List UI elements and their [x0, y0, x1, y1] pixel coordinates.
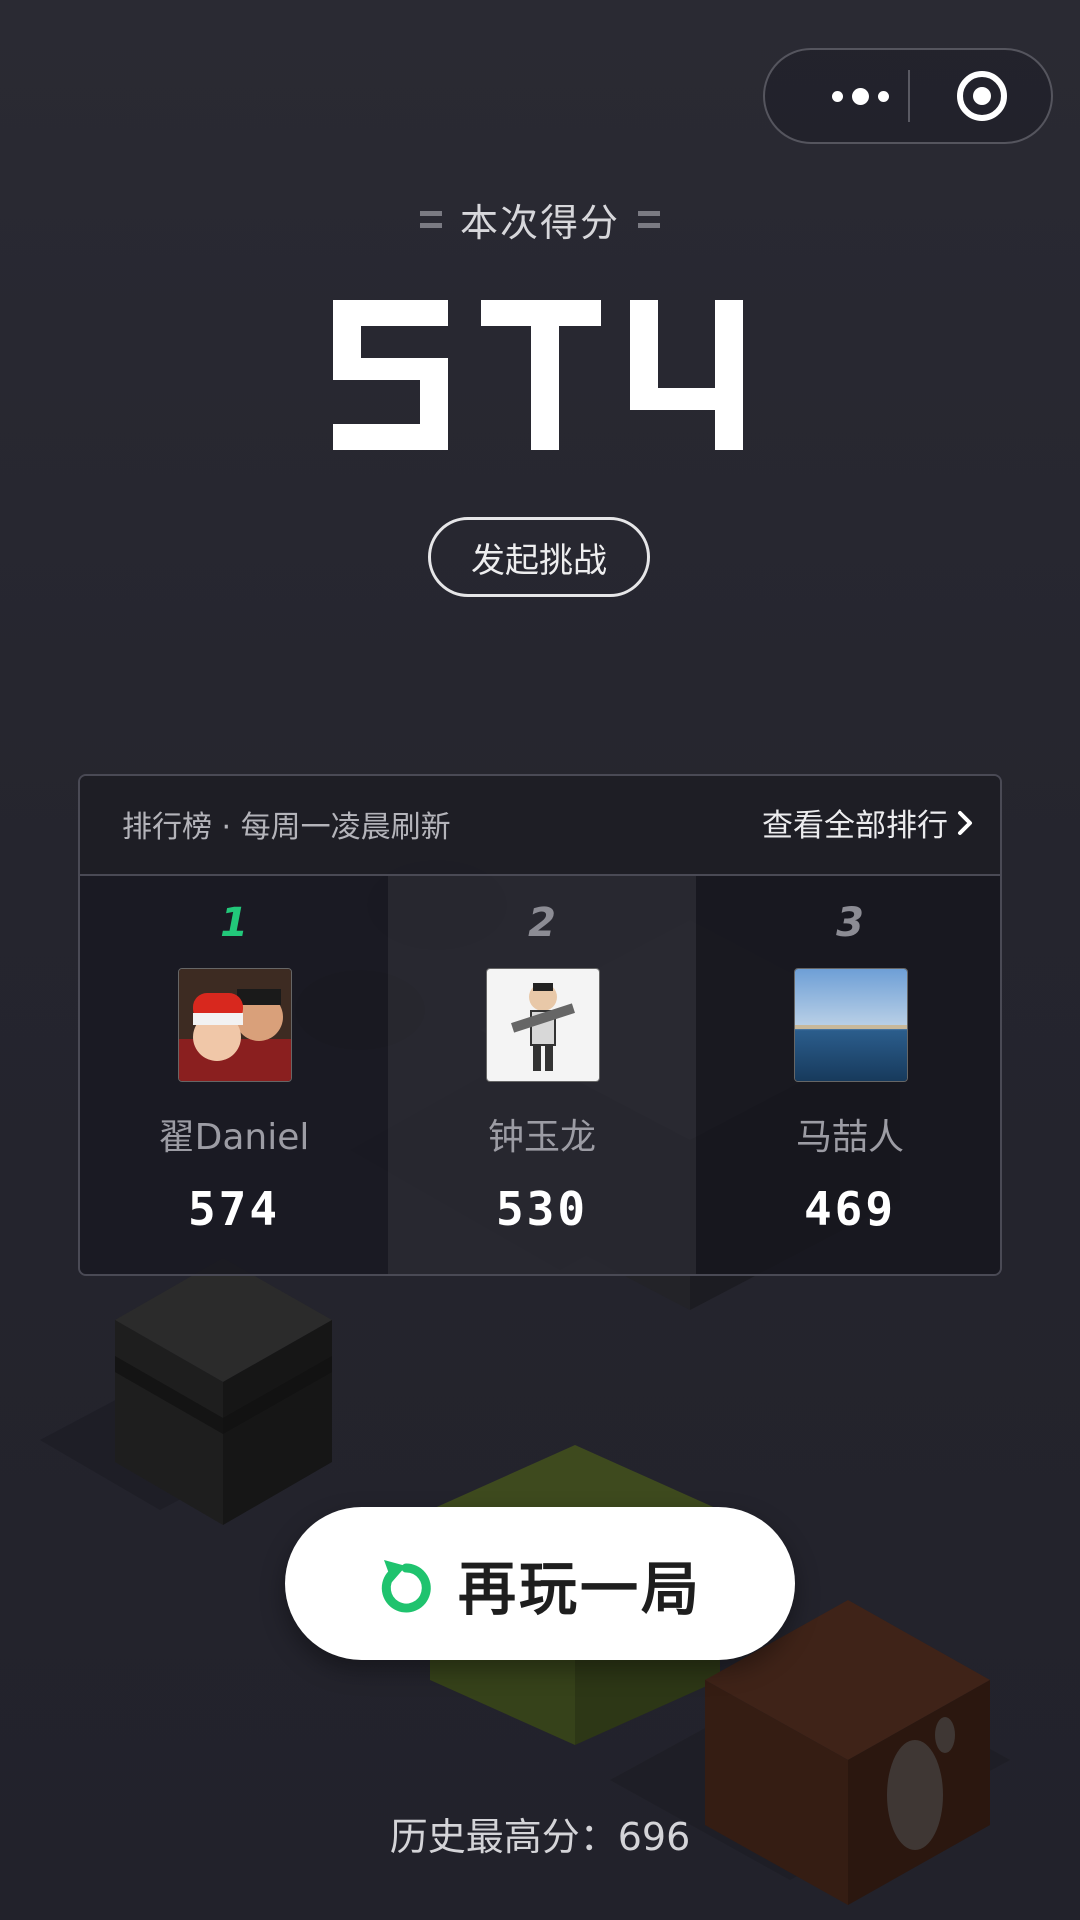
- refresh-icon: [381, 1559, 431, 1612]
- player-score: 530: [495, 1182, 589, 1236]
- score-label: 本次得分: [459, 201, 620, 245]
- challenge-button[interactable]: 发起挑战: [428, 517, 650, 597]
- best-score: 历史最高分：696: [389, 1815, 691, 1859]
- digit-4: [630, 300, 743, 450]
- avatar: [486, 968, 600, 1082]
- equals-decor-icon: [419, 211, 442, 228]
- play-again-label: 再玩一局: [457, 1554, 702, 1623]
- digit-5: [333, 300, 448, 450]
- avatar: [794, 968, 908, 1082]
- player-score: 574: [187, 1182, 281, 1236]
- game-over-screen: 本次得分 574: [0, 0, 1080, 1920]
- capsule-divider: [908, 70, 910, 122]
- target-circle-icon[interactable]: [955, 69, 1009, 123]
- block-shadow: [40, 1350, 330, 1510]
- player-name: 马喆人: [795, 1117, 904, 1158]
- digit-7: [481, 300, 601, 450]
- play-again-button[interactable]: 再玩一局: [285, 1507, 795, 1660]
- current-score: 574: [333, 300, 743, 454]
- brown-cube-left: [705, 1680, 848, 1905]
- more-dots-icon[interactable]: [805, 50, 915, 142]
- rank-number: 2: [528, 900, 556, 946]
- rank-number: 3: [836, 900, 864, 946]
- equals-decor-icon: [638, 211, 660, 228]
- leaderboard-header: 排行榜 · 每周一凌晨刷新 查看全部排行: [80, 776, 1000, 876]
- black-cube-top: [115, 1258, 332, 1382]
- mini-program-capsule: [763, 48, 1053, 144]
- black-cube-right: [223, 1320, 332, 1525]
- view-all-label: 查看全部排行: [762, 808, 948, 844]
- leaderboard-entry[interactable]: 2 钟玉龙 530: [388, 876, 696, 1274]
- black-cube-band: [115, 1356, 332, 1434]
- score-label-row: 本次得分: [0, 192, 1080, 247]
- leaderboard-panel: 1 翟Daniel 574 2 钟玉龙 530 3 马喆人 469 排行榜 · …: [78, 774, 1002, 1276]
- chevron-right-icon: [958, 810, 972, 835]
- leaderboard-title: 排行榜 · 每周一凌晨刷新: [122, 810, 451, 845]
- pixel-score-digits: [333, 300, 743, 450]
- leaderboard-entry[interactable]: 1 翟Daniel 574: [80, 876, 388, 1274]
- avatar: [178, 968, 292, 1082]
- leaderboard-entry[interactable]: 3 马喆人 469: [696, 876, 1000, 1274]
- player-name: 钟玉龙: [487, 1117, 596, 1158]
- brown-cube-face-mark: [935, 1717, 955, 1753]
- view-all-ranking-link[interactable]: 查看全部排行: [762, 800, 974, 845]
- brown-cube-right: [848, 1680, 990, 1905]
- player-name: 翟Daniel: [158, 1117, 310, 1158]
- rank-number: 1: [220, 900, 248, 946]
- player-score: 469: [803, 1182, 897, 1236]
- black-cube-left: [115, 1320, 223, 1525]
